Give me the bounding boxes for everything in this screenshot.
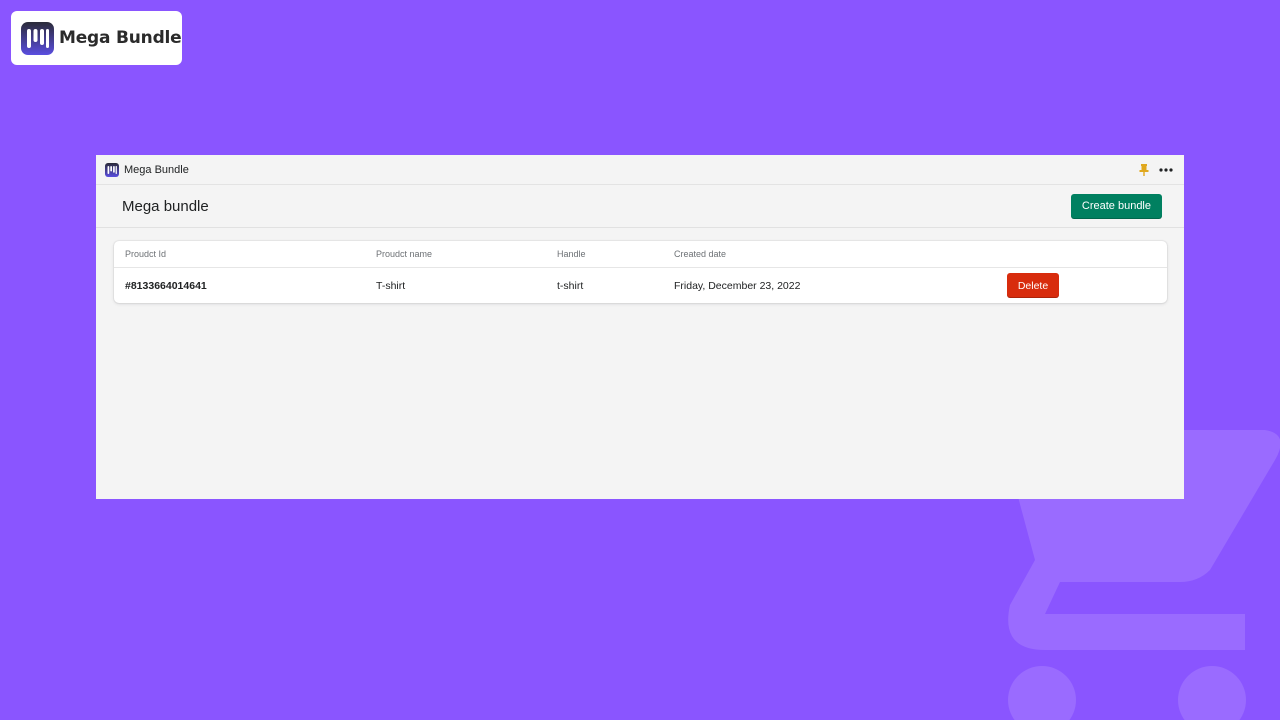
cell-created-date: Friday, December 23, 2022 (674, 279, 801, 292)
cell-handle: t-shirt (557, 279, 584, 292)
delete-button[interactable]: Delete (1007, 273, 1059, 298)
header-handle: Handle (557, 249, 586, 259)
page-header: Mega bundle Create bundle (96, 185, 1184, 228)
cell-product-name: T-shirt (376, 279, 406, 292)
cell-action: Delete (1007, 273, 1059, 298)
table-row: #8133664014641 T-shirt t-shirt Friday, D… (114, 268, 1167, 303)
app-name: Mega Bundle (124, 163, 189, 176)
bundles-table: Proudct Id Proudct name Handle Created d… (114, 241, 1167, 303)
page-title: Mega bundle (122, 197, 209, 215)
cell-product-id: #8133664014641 (125, 279, 207, 292)
app-logo-icon (105, 162, 119, 177)
header-product-id: Proudct Id (125, 249, 167, 259)
header-created-date: Created date (674, 249, 727, 259)
more-actions-icon[interactable] (1158, 163, 1174, 177)
mega-bundle-logo-icon (21, 21, 54, 55)
brand-name: Mega Bundle (59, 28, 182, 48)
pin-icon[interactable] (1137, 163, 1151, 177)
header-product-name: Proudct name (376, 249, 433, 259)
app-titlebar: Mega Bundle (96, 155, 1184, 185)
app-window: Mega Bundle Mega bundle Create bundle Pr… (96, 155, 1184, 499)
create-bundle-button[interactable]: Create bundle (1070, 193, 1162, 219)
table-header: Proudct Id Proudct name Handle Created d… (114, 241, 1167, 268)
brand-badge: Mega Bundle (11, 11, 182, 65)
